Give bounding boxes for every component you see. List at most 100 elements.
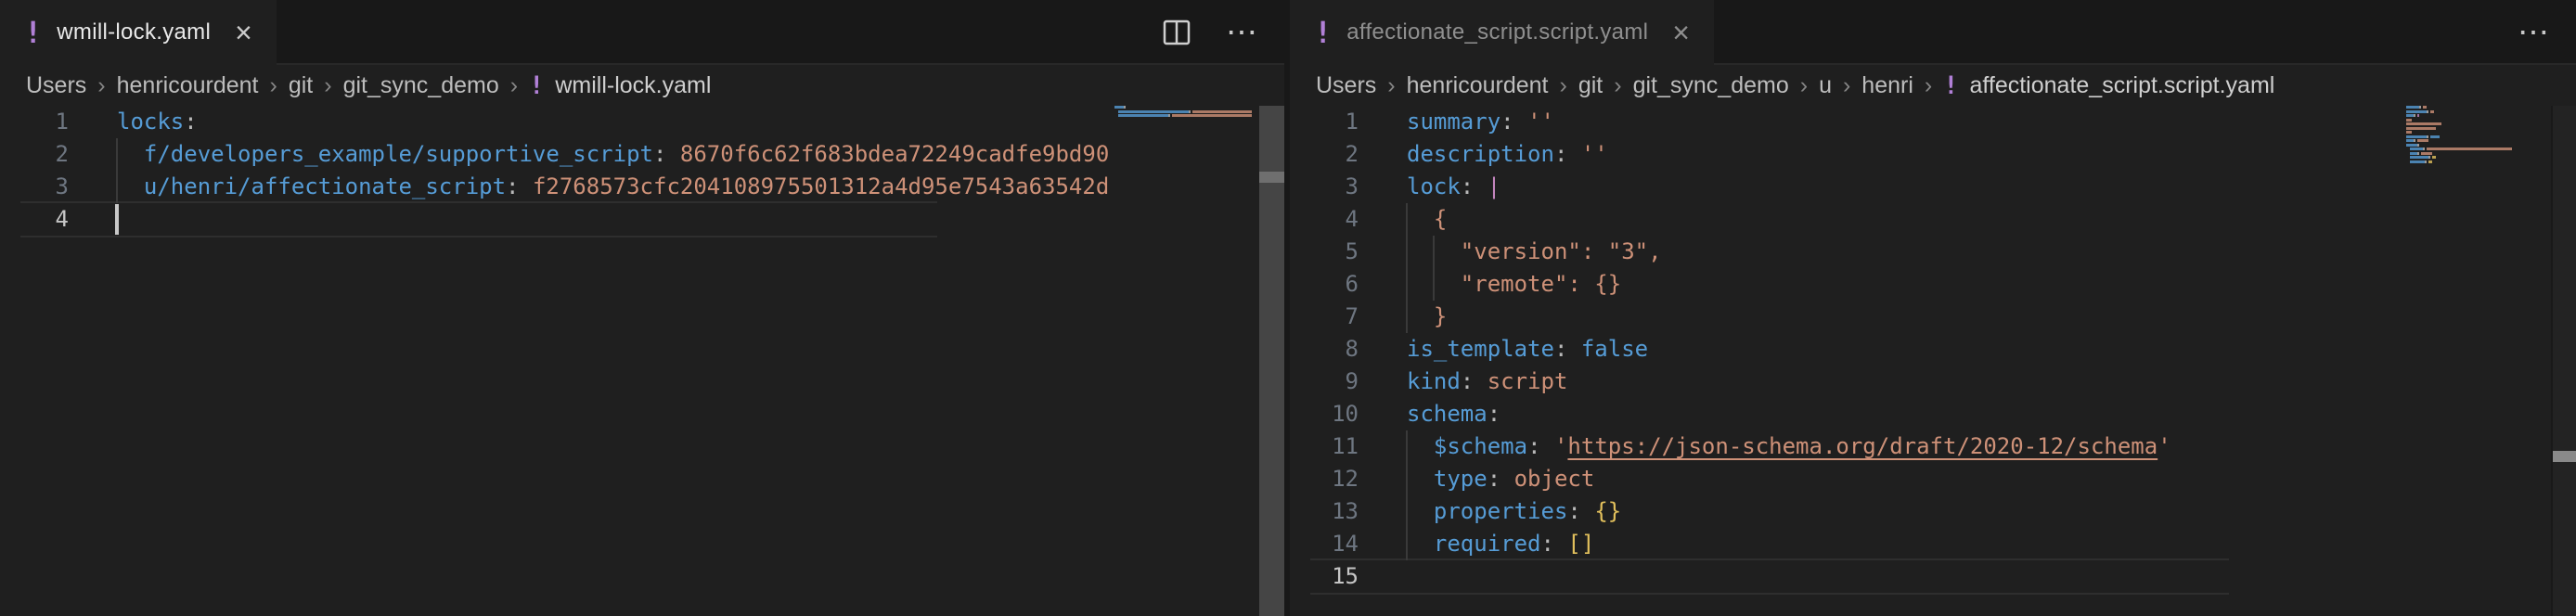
code-line[interactable]: 6 "remote": {} [1290, 268, 2402, 301]
line-number[interactable]: 5 [1290, 236, 1359, 268]
breadcrumb: Users›henricourdent›git›git_sync_demo›!w… [0, 65, 1284, 106]
code-token: : [506, 173, 519, 199]
code-line[interactable]: 8is_template: false [1290, 333, 2402, 366]
breadcrumb-item[interactable]: git [289, 72, 313, 99]
code-line-text: summary: '' [1407, 106, 1554, 138]
code-token: : [1541, 531, 1554, 557]
line-number[interactable]: 1 [1290, 106, 1359, 138]
line-number[interactable]: 3 [1290, 171, 1359, 203]
code-line[interactable]: 7 } [1290, 301, 2402, 333]
line-number[interactable]: 12 [1290, 463, 1359, 495]
code-token: properties [1434, 498, 1568, 524]
breadcrumb-item[interactable]: henricourdent [117, 72, 259, 99]
scrollbar[interactable] [1259, 106, 1284, 616]
code-line[interactable]: 14 required: [] [1290, 528, 2402, 560]
line-number[interactable]: 2 [1290, 138, 1359, 171]
line-number[interactable]: 4 [0, 203, 69, 236]
code-line[interactable]: 3 u/henri/affectionate_script: f2768573c… [0, 171, 1111, 203]
code-token: type [1434, 466, 1488, 492]
code-line[interactable]: 10schema: [1290, 398, 2402, 430]
code-line-text: description: '' [1407, 138, 1608, 171]
minimap-token [2419, 106, 2421, 109]
line-number[interactable]: 4 [1290, 203, 1359, 236]
code-line[interactable]: 2 f/developers_example/supportive_script… [0, 138, 1111, 171]
code-line[interactable]: 15 [1290, 560, 2402, 593]
breadcrumb-item[interactable]: git_sync_demo [343, 72, 499, 99]
code-line[interactable]: 9kind: script [1290, 366, 2402, 398]
line-number[interactable]: 14 [1290, 528, 1359, 560]
code-line[interactable]: 5 "version": "3", [1290, 236, 2402, 268]
line-number[interactable]: 8 [1290, 333, 1359, 366]
code-token [1554, 531, 1567, 557]
minimap-token [2406, 144, 2417, 147]
more-actions-icon[interactable]: ⋯ [1226, 14, 1260, 51]
tab-affectionate-script[interactable]: ! affectionate_script.script.yaml × [1290, 0, 1714, 65]
scrollbar-thumb[interactable] [2553, 451, 2576, 462]
code-line-text: u/henri/affectionate_script: f2768573cfc… [117, 171, 1109, 203]
code-token: : [1567, 498, 1580, 524]
breadcrumb-separator-icon: › [1925, 72, 1932, 99]
line-number[interactable]: 13 [1290, 495, 1359, 528]
code-token: : [1527, 433, 1540, 459]
code-token [117, 141, 144, 167]
breadcrumb-item[interactable]: u [1819, 72, 1832, 99]
code-line[interactable]: 11 $schema: 'https://json-schema.org/dra… [1290, 430, 2402, 463]
code-line-text: properties: {} [1407, 495, 1621, 528]
close-icon[interactable]: × [235, 18, 252, 47]
line-number[interactable]: 15 [1290, 560, 1359, 593]
yaml-file-icon: ! [1943, 73, 1958, 98]
code-token [1501, 466, 1513, 492]
code-line-text: $schema: 'https://json-schema.org/draft/… [1407, 430, 2171, 463]
code-token [520, 173, 533, 199]
code-token: description [1407, 141, 1554, 167]
code-line[interactable]: 12 type: object [1290, 463, 2402, 495]
code-token [1541, 433, 1554, 459]
code-line[interactable]: 1 summary: '' [1290, 106, 2402, 138]
breadcrumb-file[interactable]: affectionate_script.script.yaml [1969, 72, 2274, 99]
close-icon[interactable]: × [1672, 18, 1690, 47]
tab-wmill-lock[interactable]: ! wmill-lock.yaml × [0, 0, 277, 65]
minimap[interactable] [1111, 106, 1259, 189]
minimap-token [2423, 106, 2427, 109]
code-line[interactable]: 4 [0, 203, 1111, 236]
breadcrumb-item[interactable]: git_sync_demo [1633, 72, 1789, 99]
scrollbar[interactable] [2551, 106, 2576, 616]
split-editor-icon[interactable] [1161, 17, 1192, 48]
line-number[interactable]: 9 [1290, 366, 1359, 398]
code-token: lock [1407, 173, 1461, 199]
scrollbar-thumb[interactable] [1259, 172, 1284, 183]
breadcrumb-item[interactable]: Users [26, 72, 86, 99]
line-number[interactable]: 1 [0, 106, 69, 138]
minimap-token [2414, 139, 2415, 142]
minimap-token [2510, 148, 2512, 150]
line-number[interactable]: 2 [0, 138, 69, 171]
minimap[interactable] [2402, 106, 2551, 189]
code-line[interactable]: 3lock: | [1290, 171, 2402, 203]
code-token [1407, 466, 1434, 492]
code-editor[interactable]: 1locks:2 f/developers_example/supportive… [0, 106, 1284, 616]
code-token: required [1434, 531, 1541, 557]
line-number[interactable]: 11 [1290, 430, 1359, 463]
code-line[interactable]: 13 properties: {} [1290, 495, 2402, 528]
code-line[interactable]: 4 { [1290, 203, 2402, 236]
breadcrumb-item[interactable]: git [1578, 72, 1603, 99]
breadcrumb-item[interactable]: Users [1316, 72, 1376, 99]
code-token: u/henri/affectionate_script [144, 173, 506, 199]
line-number[interactable]: 6 [1290, 268, 1359, 301]
line-number[interactable]: 3 [0, 171, 69, 203]
line-number[interactable]: 7 [1290, 301, 1359, 333]
code-line[interactable]: 2 description: '' [1290, 138, 2402, 171]
minimap-token [2406, 127, 2436, 130]
line-number[interactable]: 10 [1290, 398, 1359, 430]
breadcrumb-item[interactable]: henri [1861, 72, 1913, 99]
code-editor[interactable]: 1summary: ''2description: ''3lock: |4 {5… [1290, 106, 2576, 616]
breadcrumb-item[interactable]: henricourdent [1407, 72, 1549, 99]
breadcrumb-file[interactable]: wmill-lock.yaml [555, 72, 711, 99]
code-token: '' [1581, 141, 1608, 167]
minimap-token [1168, 114, 1170, 117]
code-token [666, 141, 679, 167]
more-actions-icon[interactable]: ⋯ [2518, 14, 2552, 51]
code-line[interactable]: 1locks: [0, 106, 1111, 138]
code-token: summary [1407, 109, 1501, 135]
code-token: { [1407, 206, 1447, 232]
